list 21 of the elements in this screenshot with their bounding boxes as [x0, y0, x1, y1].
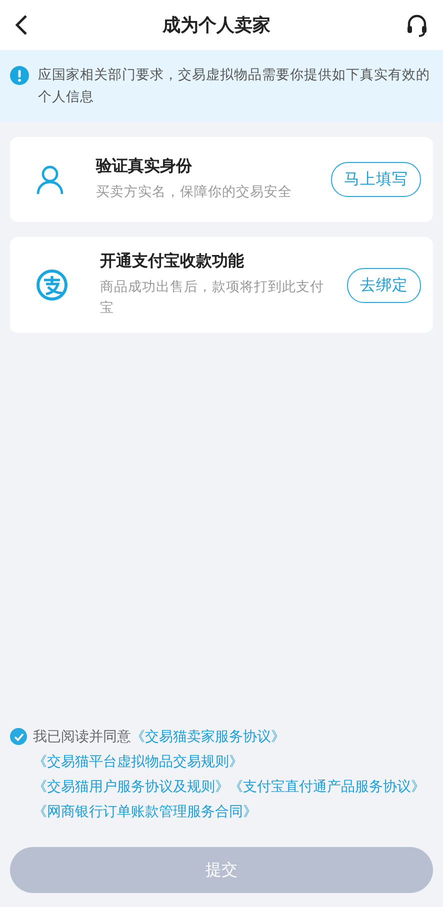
task-description: 商品成功出售后，款项将打到此支付宝 — [100, 278, 325, 318]
info-icon — [10, 66, 29, 85]
action-button[interactable]: 马上填写 — [331, 162, 421, 197]
agreement-link[interactable]: 《交易猫用户服务协议及规则》 — [33, 779, 229, 795]
page-title: 成为个人卖家 — [162, 14, 270, 37]
agree-checkbox[interactable] — [10, 728, 27, 745]
person-icon — [36, 164, 64, 194]
agreement-link[interactable]: 《支付宝直付通产品服务协议》 — [229, 779, 425, 795]
agreement-link[interactable]: 《交易猫平台虚拟物品交易规则》 — [33, 754, 243, 770]
task-description: 买卖方实名，保障你的交易安全 — [96, 183, 293, 202]
action-button[interactable]: 去绑定 — [347, 268, 421, 302]
task-title: 开通支付宝收款功能 — [100, 251, 245, 272]
checkmark-icon — [14, 732, 24, 740]
agreement-text: 我已阅读并同意《交易猫卖家服务协议》 《交易猫平台虚拟物品交易规则》 《交易猫用户服务协议及规则》《支付宝直付通产品服务协议》 《网商银行订单账款管理服务合同》 — [33, 728, 426, 822]
task-title: 验证真实身份 — [96, 156, 193, 177]
back-icon[interactable] — [14, 14, 28, 36]
agreement-link[interactable]: 《交易猫卖家服务协议》 — [131, 729, 285, 745]
alipay-icon — [36, 269, 68, 301]
notice-text: 应国家相关部门要求，交易虚拟物品需要你提供如下真实有效的个人信息 — [38, 66, 431, 107]
headset-icon[interactable] — [405, 13, 429, 37]
agreement-link[interactable]: 《网商银行订单账款管理服务合同》 — [33, 804, 257, 820]
